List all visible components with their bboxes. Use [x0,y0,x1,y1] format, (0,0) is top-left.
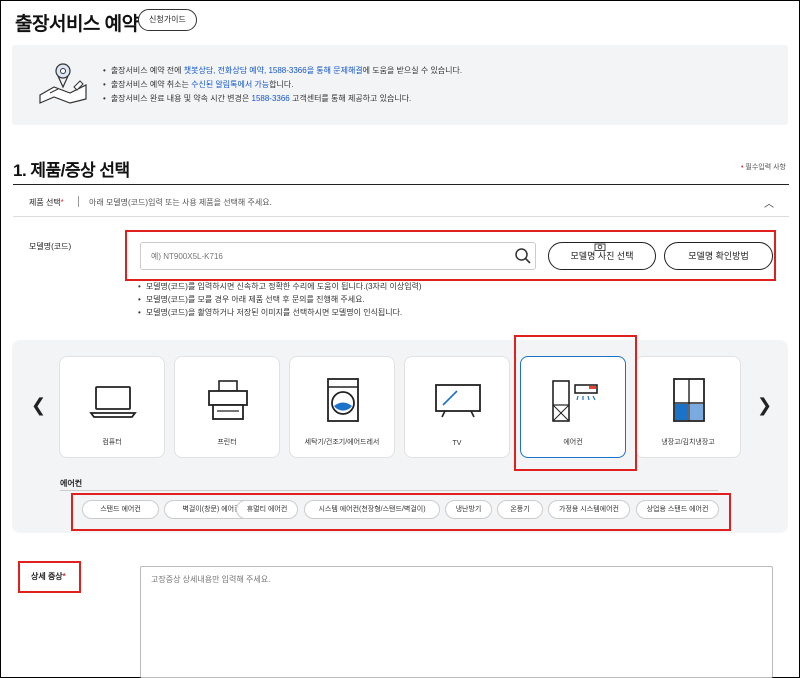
tv-icon [435,384,481,418]
model-check-button[interactable]: 모델명 확인방법 [664,242,773,270]
subcategory-chip[interactable]: 온풍기 [497,500,543,519]
section-divider [13,184,789,185]
guide-button[interactable]: 신청가이드 [138,9,197,31]
camera-icon [594,243,606,251]
subcategory-chip[interactable]: 가정용 시스템에어컨 [548,500,630,519]
notice-item: 출장서비스 예약 전에 챗봇상담, 전화상담 예약, 1588-3366을 통해… [103,64,462,78]
technician-map-icon [39,63,87,104]
notice-item: 출장서비스 완료 내용 및 약속 시간 변경은 1588-3366 고객센터를 … [103,92,462,106]
subcategory-chip[interactable]: 스탠드 에어컨 [82,500,159,519]
printer-icon [208,380,248,420]
category-card-printer[interactable]: 프린터 [174,356,280,458]
section-title: 1. 제품/증상 선택 [13,161,130,180]
notice-list: 출장서비스 예약 전에 챗봇상담, 전화상담 예약, 1588-3366을 통해… [103,64,462,106]
subcategory-chip[interactable]: 시스템 에어컨(천장형/스탠드/벽걸이) [304,500,440,519]
tip-item: 모델명(코드)를 모를 경우 아래 제품 선택 후 문의를 진행해 주세요. [138,293,422,306]
label-divider [78,196,79,207]
tip-item: 모델명(코드)을 촬영하거나 저장된 이미지를 선택하시면 모델명이 인식됩니다… [138,306,422,319]
subcategory-divider [60,490,718,491]
category-card-computer[interactable]: 컴퓨터 [59,356,165,458]
tip-item: 모델명(코드)를 입력하시면 신속하고 정확한 수리에 도움이 됩니다.(3자리… [138,280,422,293]
category-card-washer[interactable]: 세탁기/건조기/에어드레서 [289,356,395,458]
symptom-label: 상세 증상* [31,572,66,581]
chevron-left-icon[interactable]: ❮ [31,395,46,416]
refrigerator-icon [673,378,705,422]
category-card-tv[interactable]: TV [404,356,510,458]
notice-item: 출장서비스 예약 취소는 수신된 알림톡에서 가능합니다. [103,78,462,92]
model-tips: 모델명(코드)를 입력하시면 신속하고 정확한 수리에 도움이 됩니다.(3자리… [138,280,422,319]
subcategory-chip[interactable]: 상업용 스탠드 에어컨 [636,500,719,519]
required-note: • 필수입력 사항 [741,164,786,171]
symptom-textarea[interactable] [140,566,773,678]
chevron-right-icon[interactable]: ❯ [757,395,772,416]
page-title: 출장서비스 예약 [15,14,139,35]
product-select-label: 제품 선택* [29,198,64,207]
search-icon[interactable] [513,246,533,266]
highlight-box-category [514,335,637,471]
row-divider [13,216,789,217]
subcategory-chip[interactable]: 냉난방기 [445,500,492,519]
subcategory-chip[interactable]: 휴멀티 에어컨 [236,500,298,519]
washer-icon [327,378,359,422]
model-label: 모델명(코드) [29,242,72,251]
chevron-up-icon[interactable]: ︿ [764,195,774,210]
laptop-icon [89,386,137,418]
product-select-desc: 아래 모델명(코드)입력 또는 사용 제품을 선택해 주세요. [89,198,272,207]
model-input[interactable] [140,242,536,270]
subcategory-title: 에어컨 [60,479,83,488]
category-card-refrigerator[interactable]: 냉장고/김치냉장고 [635,356,741,458]
